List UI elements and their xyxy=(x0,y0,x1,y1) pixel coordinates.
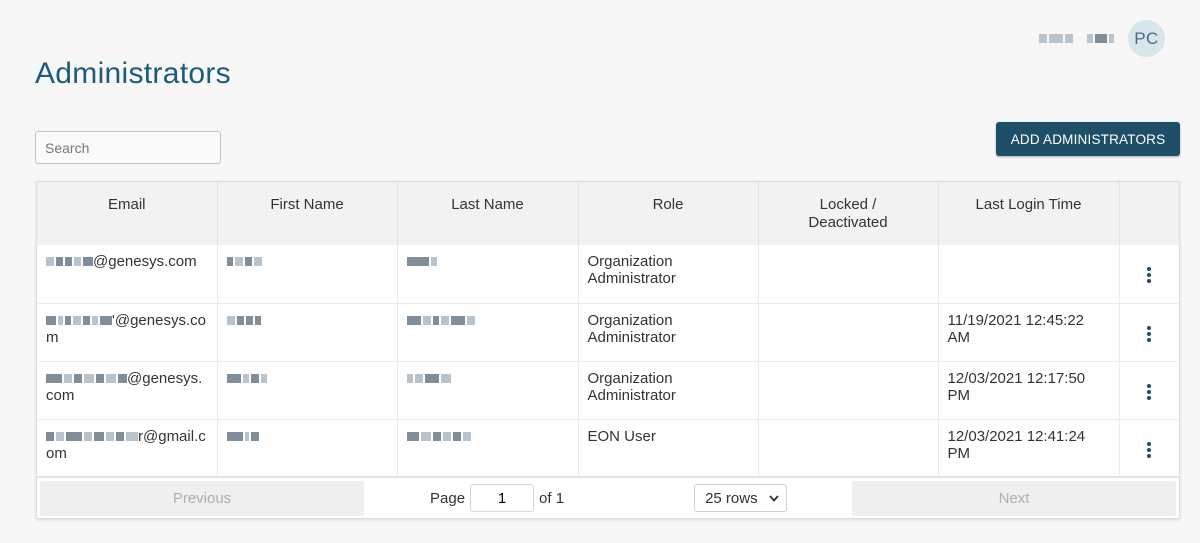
table-row[interactable]: @genesys.com Organization Administrator xyxy=(37,245,1179,304)
row-actions-cell xyxy=(1119,303,1179,362)
search-input[interactable] xyxy=(45,139,226,156)
locked-cell xyxy=(758,419,939,477)
add-administrators-button[interactable]: ADD ADMINISTRATORS xyxy=(996,122,1180,156)
administrators-table: Email First Name Last Name Role Locked /… xyxy=(36,181,1180,519)
row-actions-cell xyxy=(1119,361,1179,420)
role-cell: Organization Administrator xyxy=(578,303,759,362)
locked-cell xyxy=(758,303,939,362)
redacted-first-name xyxy=(226,373,267,383)
column-header-last-name[interactable]: Last Name xyxy=(397,182,579,245)
role-cell: Organization Administrator xyxy=(578,361,759,420)
column-header-role[interactable]: Role xyxy=(578,182,759,245)
first-name-cell xyxy=(217,419,398,477)
page-total-label: of 1 xyxy=(539,489,565,507)
first-name-cell xyxy=(217,361,398,420)
redacted-org xyxy=(1087,34,1114,43)
redacted-last-name xyxy=(406,315,475,325)
redacted-last-name xyxy=(406,431,471,441)
column-header-last-login[interactable]: Last Login Time xyxy=(938,182,1120,245)
role-cell: Organization Administrator xyxy=(578,245,759,304)
email-cell: @genesys.com xyxy=(37,361,218,420)
pagination-bar: Previous Page of 1 25 rows Next xyxy=(37,476,1179,518)
column-header-first-name[interactable]: First Name xyxy=(217,182,398,245)
first-name-cell xyxy=(217,303,398,362)
last-name-cell xyxy=(397,245,579,304)
page-number-input[interactable] xyxy=(470,484,535,512)
email-text: @genesys.com xyxy=(93,253,197,270)
redacted-last-name xyxy=(406,257,437,266)
redacted-first-name xyxy=(226,257,262,266)
rows-per-page-select[interactable]: 25 rows xyxy=(694,484,788,512)
redacted-first-name xyxy=(226,315,261,325)
kebab-menu-icon[interactable] xyxy=(1129,267,1171,283)
last-login-cell: 12/03/2021 12:41:24 PM xyxy=(938,419,1120,477)
redacted-username xyxy=(1039,34,1073,43)
first-name-cell xyxy=(217,245,398,304)
last-login-cell: 12/03/2021 12:17:50 PM xyxy=(938,361,1120,420)
redacted-last-name xyxy=(406,373,451,383)
role-cell: EON User xyxy=(578,419,759,477)
locked-cell xyxy=(758,245,939,304)
table-row[interactable]: @genesys.com Organization Administrator … xyxy=(37,361,1179,420)
user-area: PC xyxy=(1039,20,1165,57)
table-header-row: Email First Name Last Name Role Locked /… xyxy=(37,182,1179,245)
kebab-menu-icon[interactable] xyxy=(1129,441,1171,458)
redacted-email-prefix xyxy=(46,315,112,325)
column-header-email[interactable]: Email xyxy=(37,182,218,245)
row-actions-cell xyxy=(1119,245,1179,304)
last-name-cell xyxy=(397,361,579,420)
redacted-first-name xyxy=(226,431,259,441)
page-info: Page of 1 xyxy=(430,484,564,512)
table-row[interactable]: r@gmail.com EON User 12/03/2021 12:41:24… xyxy=(37,419,1179,477)
search-box[interactable] xyxy=(35,131,226,164)
email-cell: '@genesys.com xyxy=(37,303,218,362)
avatar[interactable]: PC xyxy=(1128,20,1165,57)
chevron-down-icon xyxy=(769,494,779,502)
pagination-controls: Page of 1 25 rows xyxy=(364,484,852,512)
next-page-button[interactable]: Next xyxy=(852,480,1176,516)
kebab-menu-icon[interactable] xyxy=(1129,383,1171,400)
row-actions-cell xyxy=(1119,419,1179,477)
redacted-email-prefix xyxy=(46,257,93,266)
kebab-menu-icon[interactable] xyxy=(1129,325,1171,342)
page-title: Administrators xyxy=(35,57,231,90)
redacted-email-prefix xyxy=(46,373,127,383)
redacted-email-prefix xyxy=(46,431,138,441)
column-header-locked[interactable]: Locked / Deactivated xyxy=(758,182,939,245)
last-name-cell xyxy=(397,303,579,362)
table-row[interactable]: '@genesys.com Organization Administrator… xyxy=(37,303,1179,362)
column-header-locked-label: Locked / Deactivated xyxy=(808,196,888,231)
page-label: Page xyxy=(430,489,466,507)
email-cell: r@gmail.com xyxy=(37,419,218,477)
previous-page-button[interactable]: Previous xyxy=(40,480,364,516)
last-name-cell xyxy=(397,419,579,477)
rows-per-page-value: 25 rows xyxy=(705,489,758,507)
email-cell: @genesys.com xyxy=(37,245,218,304)
last-login-cell: 11/19/2021 12:45:22 AM xyxy=(938,303,1120,362)
column-header-actions xyxy=(1119,182,1179,245)
locked-cell xyxy=(758,361,939,420)
last-login-cell xyxy=(938,245,1120,304)
